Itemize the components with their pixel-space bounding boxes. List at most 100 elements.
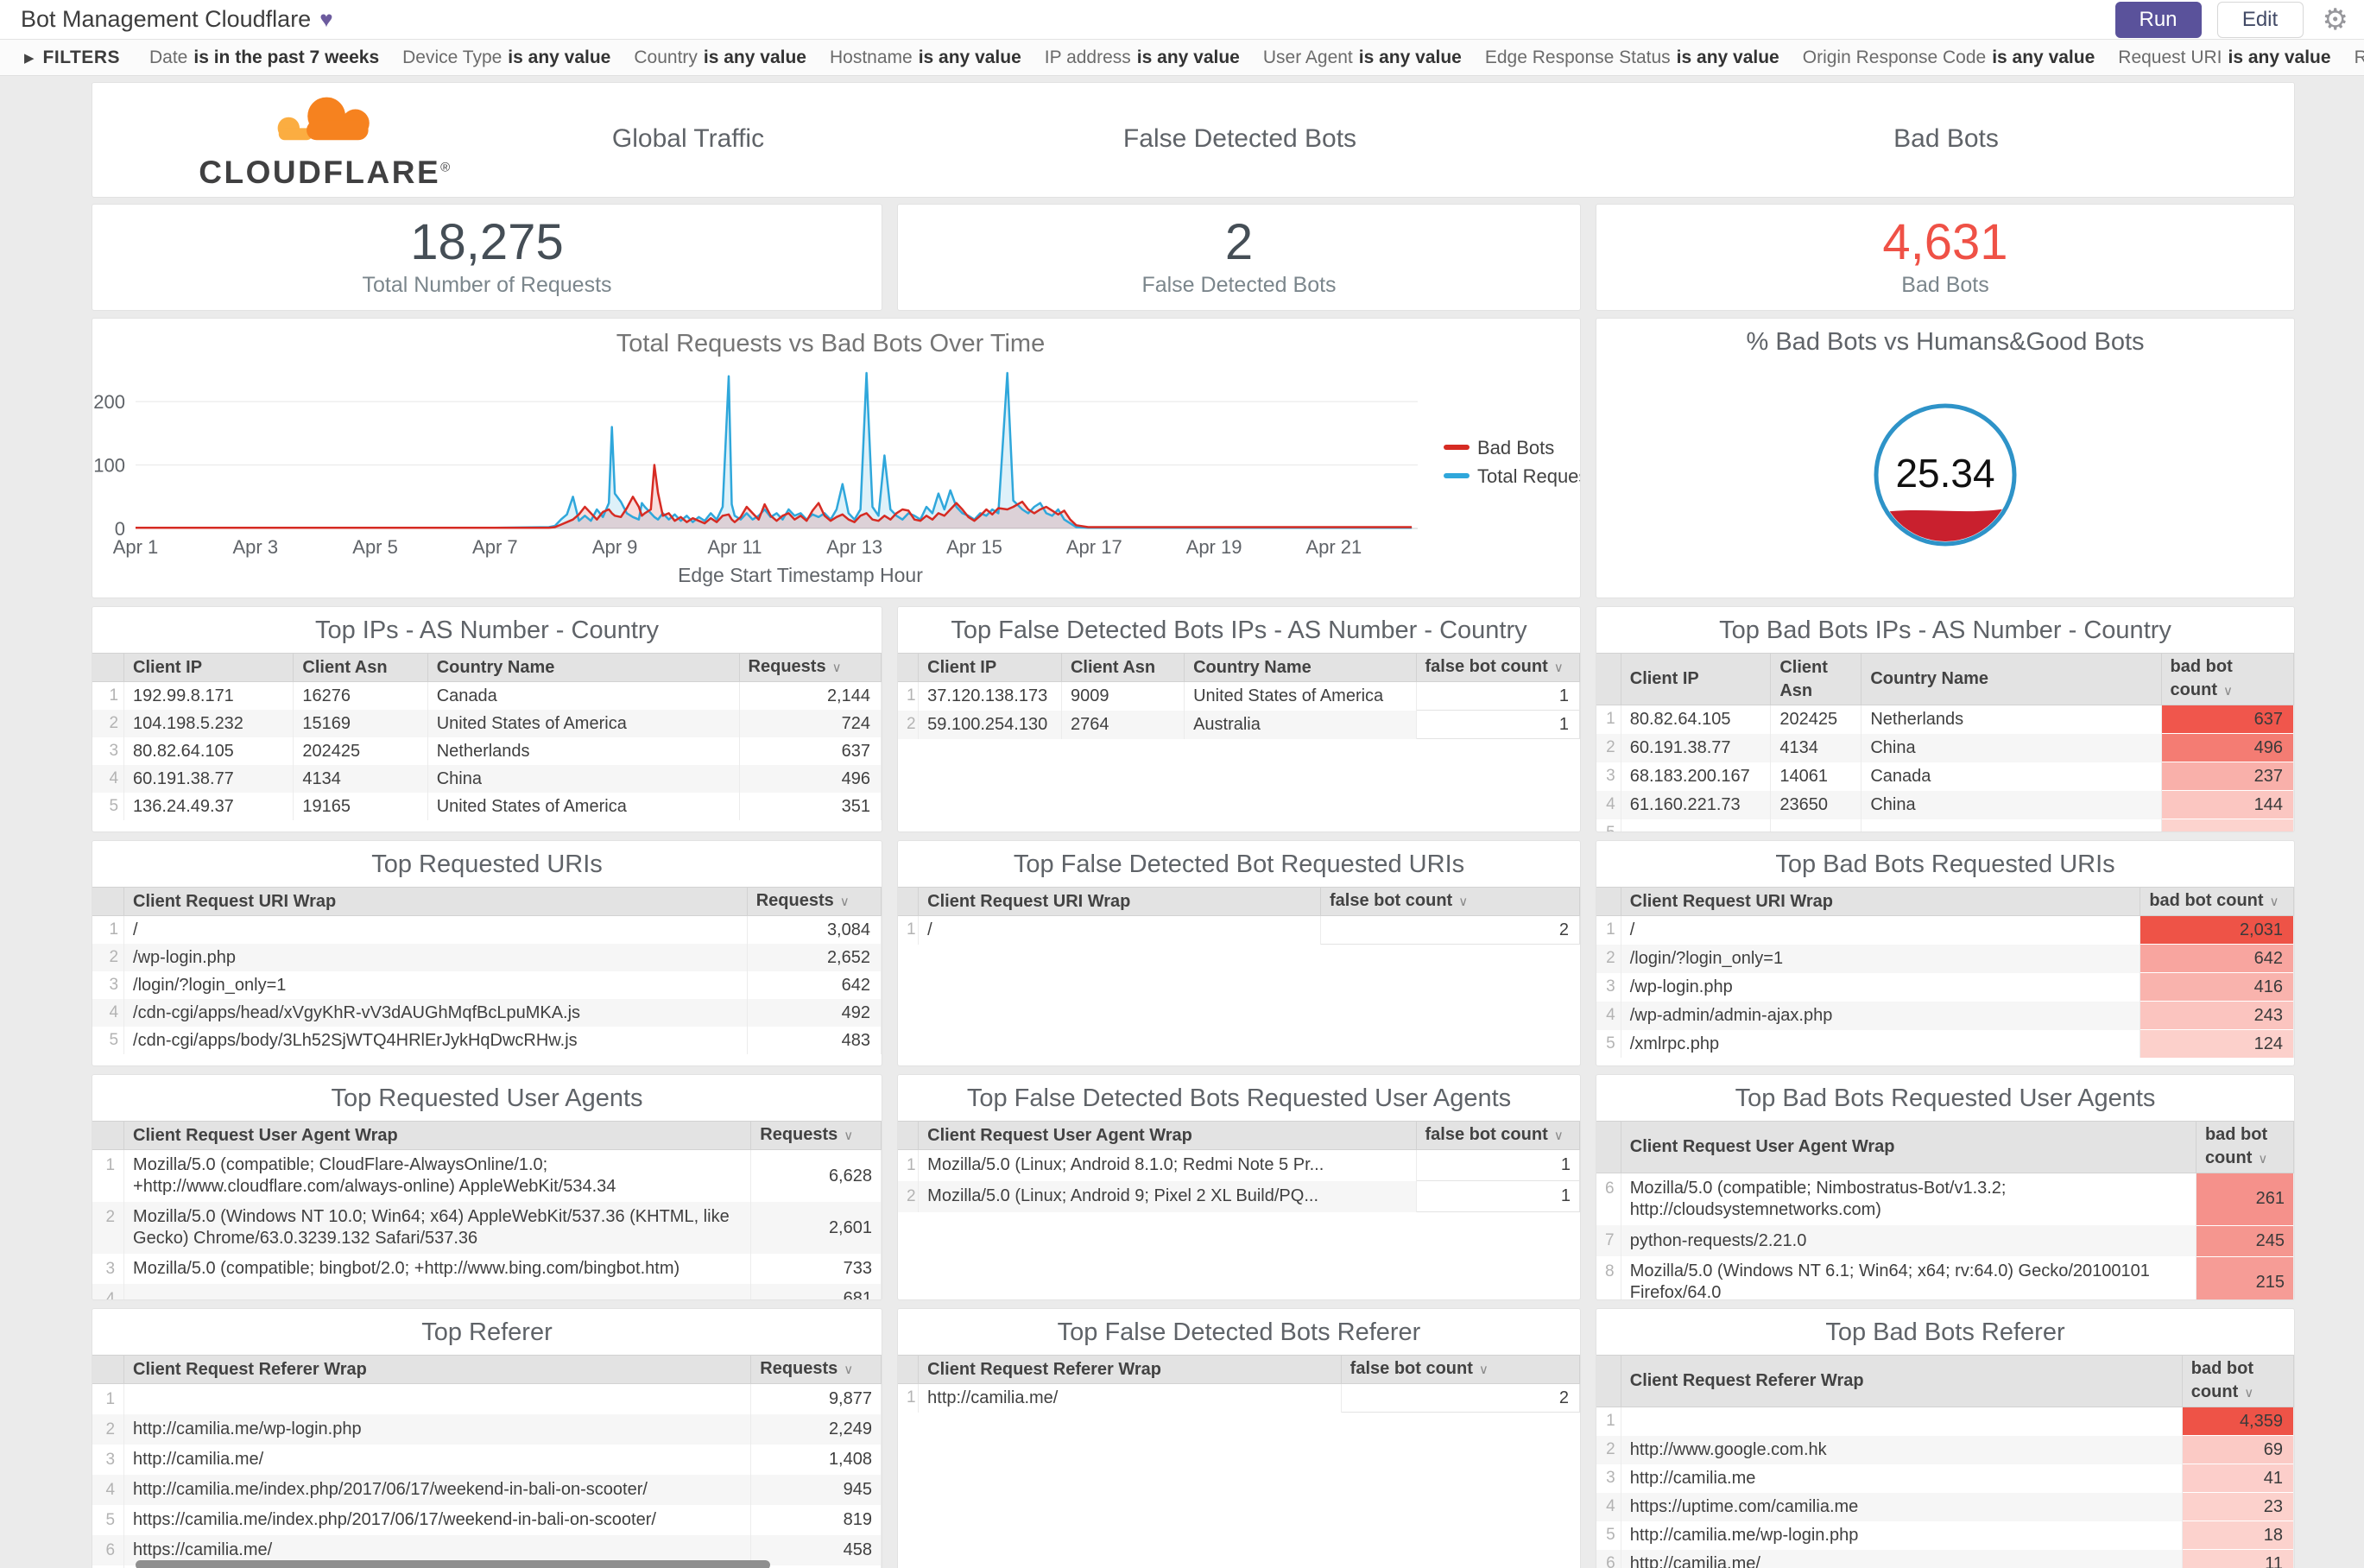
bad-uas-card: Top Bad Bots Requested User Agents Clien…: [1596, 1074, 2295, 1300]
run-button[interactable]: Run: [2114, 1, 2202, 38]
row-number: 3: [1596, 972, 1621, 1002]
column-header[interactable]: Country Name: [1184, 653, 1417, 682]
column-header[interactable]: Client Request User Agent Wrap: [1620, 1121, 2196, 1173]
row-number: 2: [92, 1202, 125, 1254]
column-header[interactable]: Client Asn: [1060, 653, 1185, 682]
cell: python-requests/2.21.0: [1620, 1225, 2196, 1256]
row-number: 1: [898, 915, 920, 945]
row-number: 5: [1596, 819, 1621, 831]
filter-chip[interactable]: Edge Response Status is any value: [1485, 47, 1779, 68]
cell: 16276: [293, 681, 428, 710]
column-header[interactable]: Client Request URI Wrap: [918, 887, 1321, 916]
filter-chip[interactable]: IP address is any value: [1045, 47, 1240, 68]
kpi-label: Bad Bots: [1901, 272, 1989, 297]
column-header[interactable]: Client IP: [1620, 653, 1772, 705]
table-row: 1/2: [898, 915, 1580, 945]
row-number: 6: [1596, 1173, 1621, 1225]
row-number-header: [1596, 887, 1621, 916]
column-header[interactable]: Client Request Referer Wrap: [918, 1355, 1342, 1384]
cell: http://camilia.me/: [1620, 1549, 2183, 1568]
value-cell: 2,601: [750, 1202, 882, 1254]
column-header[interactable]: Country Name: [1861, 653, 2162, 705]
column-header[interactable]: false bot count ∨: [1340, 1355, 1580, 1384]
filter-chip[interactable]: Date is in the past 7 weeks: [149, 47, 379, 68]
value-cell: 2,249: [750, 1414, 882, 1445]
kpi-bad-bots: 4,631 Bad Bots: [1596, 204, 2295, 311]
table-row: 4 60.191.38.77 4134 China 496: [92, 765, 882, 793]
value-cell: 9,877: [750, 1383, 882, 1414]
column-header[interactable]: bad bot count ∨: [2195, 1121, 2294, 1173]
top-referer-table: Client Request Referer Wrap Requests ∨ 1 9,8…: [92, 1355, 882, 1568]
edit-button[interactable]: Edit: [2216, 1, 2304, 38]
row-number: 6: [1596, 1549, 1621, 1568]
chart-row: 0 100 200 Apr 1 Apr 3 Apr 5 Apr 7 Apr 9 Apr 11 Ap…: [92, 318, 2295, 598]
cell: http://camilia.me/index.php/2017/06/17/w…: [123, 1475, 752, 1505]
column-header[interactable]: false bot count ∨: [1415, 653, 1580, 682]
column-header[interactable]: bad bot count ∨: [2140, 887, 2294, 916]
value-cell: 4,359: [2181, 1407, 2294, 1436]
gear-icon[interactable]: ⚙: [2323, 3, 2348, 37]
svg-text:Apr 17: Apr 17: [1066, 536, 1122, 558]
column-header[interactable]: Client IP: [123, 653, 294, 682]
table-row: 4/cdn-cgi/apps/head/xVgyKhR-vV3dAUGhMqfB…: [92, 999, 882, 1027]
table-row: 6 Mozilla/5.0 (compatible; Nimbostratus-B…: [1596, 1173, 2294, 1225]
column-header[interactable]: Client Request URI Wrap: [1620, 887, 2141, 916]
table-row: 1/3,084: [92, 915, 882, 944]
cell: Mozilla/5.0 (Windows NT 10.0; Win64; x64…: [123, 1202, 752, 1254]
registered-mark: ®: [440, 160, 452, 175]
table-row: 4/wp-admin/admin-ajax.php 243: [1596, 1001, 2294, 1030]
column-header[interactable]: bad bot count ∨: [2181, 1355, 2294, 1407]
cell: /cdn-cgi/apps/body/3Lh52SjWTQ4HRlErJykHq…: [123, 1027, 748, 1054]
column-header[interactable]: Client Request Referer Wrap: [123, 1355, 752, 1384]
filters-toggle[interactable]: ▶ FILTERS: [24, 47, 120, 68]
column-header[interactable]: Country Name: [427, 653, 740, 682]
svg-text:Apr 21: Apr 21: [1305, 536, 1362, 558]
filter-chip[interactable]: RayIDis any value: [2355, 47, 2364, 68]
filter-name: Origin Response Code: [1802, 47, 1987, 67]
filter-chip[interactable]: User Agent is any value: [1263, 47, 1462, 68]
column-header[interactable]: Client Asn: [293, 653, 428, 682]
cell: https://camilia.me/index.php/2017/06/17/…: [123, 1505, 752, 1535]
column-header[interactable]: Requests ∨: [750, 1355, 882, 1384]
column-header[interactable]: Client Request User Agent Wrap: [123, 1121, 752, 1150]
column-header[interactable]: Requests ∨: [738, 653, 882, 682]
column-header[interactable]: Client Request URI Wrap: [123, 887, 748, 916]
sort-desc-icon: ∨: [2269, 895, 2279, 909]
filter-chip[interactable]: Country is any value: [634, 47, 806, 68]
row-number: 4: [1596, 1492, 1621, 1521]
filter-chip[interactable]: Origin Response Code is any value: [1803, 47, 2095, 68]
table-row: 2 http://www.google.com.hk 69: [1596, 1435, 2294, 1464]
column-header[interactable]: Requests ∨: [750, 1121, 882, 1150]
filter-name: Device Type: [402, 47, 503, 67]
bad-uris-table: Client Request URI Wrap bad bot count ∨ 1/2…: [1596, 887, 2294, 1058]
filter-chip[interactable]: Device Type is any value: [402, 47, 610, 68]
filter-chip[interactable]: Hostname is any value: [830, 47, 1021, 68]
column-header[interactable]: Client Request User Agent Wrap: [918, 1121, 1417, 1150]
row-number: 4: [92, 999, 125, 1027]
column-header[interactable]: Requests ∨: [746, 887, 882, 916]
table-row: 2 104.198.5.232 15169 United States of Amer…: [92, 710, 882, 737]
dashboard-title: Bot Management Cloudflare: [21, 6, 312, 32]
value-cell: 496: [738, 765, 882, 793]
column-header[interactable]: Client Asn: [1770, 653, 1862, 705]
kpi-total-requests: 18,275 Total Number of Requests: [92, 204, 882, 311]
cell: /xmlrpc.php: [1620, 1029, 2141, 1058]
value-cell: 215: [2195, 1255, 2294, 1299]
column-header[interactable]: bad bot count ∨: [2160, 653, 2294, 705]
table-row: 4 https://uptime.com/camilia.me 23: [1596, 1492, 2294, 1521]
cell: /wp-login.php: [123, 944, 748, 971]
table-row: 3 http://camilia.me/1,408: [92, 1445, 882, 1475]
column-header[interactable]: false bot count ∨: [1319, 887, 1580, 916]
horizontal-scrollbar[interactable]: [136, 1560, 770, 1568]
cell: [123, 1284, 752, 1299]
row-number: 3: [92, 737, 125, 765]
column-header[interactable]: false bot count ∨: [1415, 1121, 1580, 1150]
value-cell: 261: [2195, 1173, 2294, 1225]
top-uris-table: Client Request URI Wrap Requests ∨ 1/3,084 2…: [92, 887, 882, 1054]
cell: http://camilia.me: [1620, 1464, 2183, 1493]
column-header[interactable]: Client IP: [918, 653, 1062, 682]
sort-desc-icon: ∨: [2222, 684, 2233, 699]
filter-chip[interactable]: Request URI is any value: [2118, 47, 2330, 68]
column-header[interactable]: Client Request Referer Wrap: [1620, 1355, 2183, 1407]
value-cell: 724: [738, 710, 882, 737]
